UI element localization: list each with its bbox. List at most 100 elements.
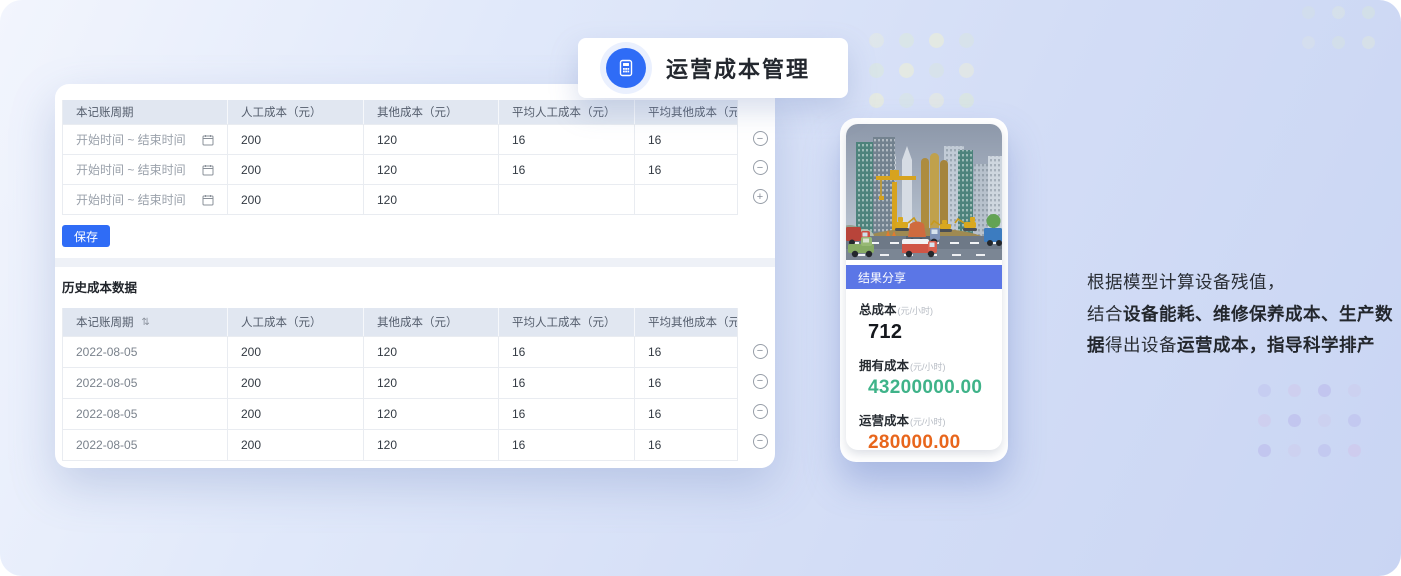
table-row: 2022-08-05 200 120 16 16 <box>63 429 737 460</box>
description-line: 结合设备能耗、维修保养成本、生产数 <box>1087 299 1401 331</box>
decor-dot <box>1288 384 1301 397</box>
minus-circle-icon[interactable]: − <box>753 160 768 175</box>
history-cost-table: 本记账周期 ⇅ 人工成本（元） 其他成本（元） 平均人工成本（元） 平均其他成本… <box>62 308 738 461</box>
avg-labor-cost-cell: 16 <box>499 337 635 367</box>
minus-circle-icon[interactable]: − <box>753 131 768 146</box>
period-date-cell: 2022-08-05 <box>63 399 228 429</box>
metric-label: 运营成本 <box>859 410 909 429</box>
decor-dot <box>959 93 974 108</box>
phone-mockup: 结果分享 总成本 (元/小时) 712 拥有成本 (元/小时) 43200000… <box>840 118 1008 462</box>
labor-cost-cell: 200 <box>228 368 364 398</box>
period-range-field[interactable]: 开始时间 ~ 结束时间 <box>63 155 228 184</box>
period-range-field[interactable]: 开始时间 ~ 结束时间 <box>63 125 228 154</box>
calendar-icon[interactable] <box>202 194 214 206</box>
other-cost-cell: 120 <box>364 399 499 429</box>
decor-dot <box>1288 414 1301 427</box>
table-row: 开始时间 ~ 结束时间 200 120 <box>63 184 737 214</box>
metric-unit: (元/小时) <box>910 415 946 428</box>
decor-dot <box>1348 414 1361 427</box>
minus-circle-icon[interactable]: − <box>753 404 768 419</box>
plus-circle-icon[interactable]: + <box>753 189 768 204</box>
decor-dot <box>1332 36 1345 49</box>
other-cost-cell: 120 <box>364 430 499 460</box>
feature-description: 根据模型计算设备残值， 结合设备能耗、维修保养成本、生产数 据得出设备运营成本，… <box>1087 267 1401 362</box>
metric-value: 43200000.00 <box>868 377 989 399</box>
other-cost-cell[interactable]: 120 <box>364 155 499 184</box>
avg-other-cost-cell: 16 <box>635 399 737 429</box>
decor-dot <box>1362 36 1375 49</box>
phone-screen: 结果分享 总成本 (元/小时) 712 拥有成本 (元/小时) 43200000… <box>846 124 1002 450</box>
other-cost-cell[interactable]: 120 <box>364 125 499 154</box>
decor-dot <box>1318 384 1331 397</box>
owning-cost-metric: 拥有成本 (元/小时) 43200000.00 <box>859 355 989 399</box>
table-header-row: 本记账周期 ⇅ 人工成本（元） 其他成本（元） 平均人工成本（元） 平均其他成本… <box>63 308 737 336</box>
header-period: 本记账周期 ⇅ <box>63 308 228 336</box>
avg-labor-cost-cell[interactable]: 16 <box>499 125 635 154</box>
header-labor-cost: 人工成本（元） <box>228 100 364 124</box>
calendar-icon[interactable] <box>202 134 214 146</box>
decor-dot <box>959 33 974 48</box>
avg-other-cost-cell: 16 <box>635 368 737 398</box>
section-divider <box>55 258 775 267</box>
page-title: 运营成本管理 <box>666 52 810 84</box>
avg-other-cost-cell[interactable]: 16 <box>635 125 737 154</box>
avg-other-cost-cell[interactable] <box>635 185 737 214</box>
period-date-cell: 2022-08-05 <box>63 430 228 460</box>
period-range-text: 开始时间 ~ 结束时间 <box>76 161 186 178</box>
decor-dot <box>929 93 944 108</box>
metric-value: 280000.00 <box>868 432 989 450</box>
table-row: 开始时间 ~ 结束时间 200 120 16 16 <box>63 154 737 184</box>
metric-unit: (元/小时) <box>910 360 946 373</box>
decor-dot <box>1332 6 1345 19</box>
header-avg-labor-cost: 平均人工成本（元） <box>499 100 635 124</box>
period-date-cell: 2022-08-05 <box>63 337 228 367</box>
avg-labor-cost-cell: 16 <box>499 399 635 429</box>
calendar-icon[interactable] <box>202 164 214 176</box>
decor-dot <box>899 93 914 108</box>
period-range-field[interactable]: 开始时间 ~ 结束时间 <box>63 185 228 214</box>
decor-dot <box>1318 444 1331 457</box>
avg-other-cost-cell: 16 <box>635 430 737 460</box>
avg-labor-cost-cell: 16 <box>499 368 635 398</box>
labor-cost-cell[interactable]: 200 <box>228 125 364 154</box>
minus-circle-icon[interactable]: − <box>753 374 768 389</box>
metric-unit: (元/小时) <box>898 304 934 317</box>
sort-icon[interactable]: ⇅ <box>142 317 150 328</box>
decor-dot <box>899 33 914 48</box>
avg-other-cost-cell[interactable]: 16 <box>635 155 737 184</box>
minus-circle-icon[interactable]: − <box>753 434 768 449</box>
cost-management-panel: 本记账周期 人工成本（元） 其他成本（元） 平均人工成本（元） 平均其他成本（元… <box>55 84 775 468</box>
table-row: 2022-08-05 200 120 16 16 <box>63 398 737 429</box>
save-button[interactable]: 保存 <box>62 225 110 247</box>
decor-dot <box>1258 384 1271 397</box>
decor-dot <box>1258 414 1271 427</box>
decor-dot <box>1302 6 1315 19</box>
metric-label: 拥有成本 <box>859 355 909 374</box>
page-background: 本记账周期 人工成本（元） 其他成本（元） 平均人工成本（元） 平均其他成本（元… <box>0 0 1401 576</box>
avg-labor-cost-cell[interactable]: 16 <box>499 155 635 184</box>
header-period: 本记账周期 <box>63 100 228 124</box>
header-avg-other-cost: 平均其他成本（元） <box>635 308 737 336</box>
other-cost-cell[interactable]: 120 <box>364 185 499 214</box>
labor-cost-cell[interactable]: 200 <box>228 155 364 184</box>
labor-cost-cell: 200 <box>228 399 364 429</box>
table-header-row: 本记账周期 人工成本（元） 其他成本（元） 平均人工成本（元） 平均其他成本（元… <box>63 100 737 124</box>
decor-dot <box>929 63 944 78</box>
decor-dot <box>1362 6 1375 19</box>
decor-dot <box>869 33 884 48</box>
result-share-bar: 结果分享 <box>846 265 1002 289</box>
minus-circle-icon[interactable]: − <box>753 344 768 359</box>
decor-dot <box>1348 444 1361 457</box>
decor-dot <box>1348 384 1361 397</box>
labor-cost-cell: 200 <box>228 430 364 460</box>
page-title-badge: 运营成本管理 <box>578 38 848 98</box>
header-avg-labor-cost: 平均人工成本（元） <box>499 308 635 336</box>
avg-labor-cost-cell[interactable] <box>499 185 635 214</box>
decor-dot <box>1288 444 1301 457</box>
decor-dot <box>929 33 944 48</box>
header-period-label: 本记账周期 <box>76 314 134 330</box>
avg-other-cost-cell: 16 <box>635 337 737 367</box>
decor-dot <box>1302 36 1315 49</box>
table-row: 开始时间 ~ 结束时间 200 120 16 16 <box>63 124 737 154</box>
labor-cost-cell[interactable]: 200 <box>228 185 364 214</box>
